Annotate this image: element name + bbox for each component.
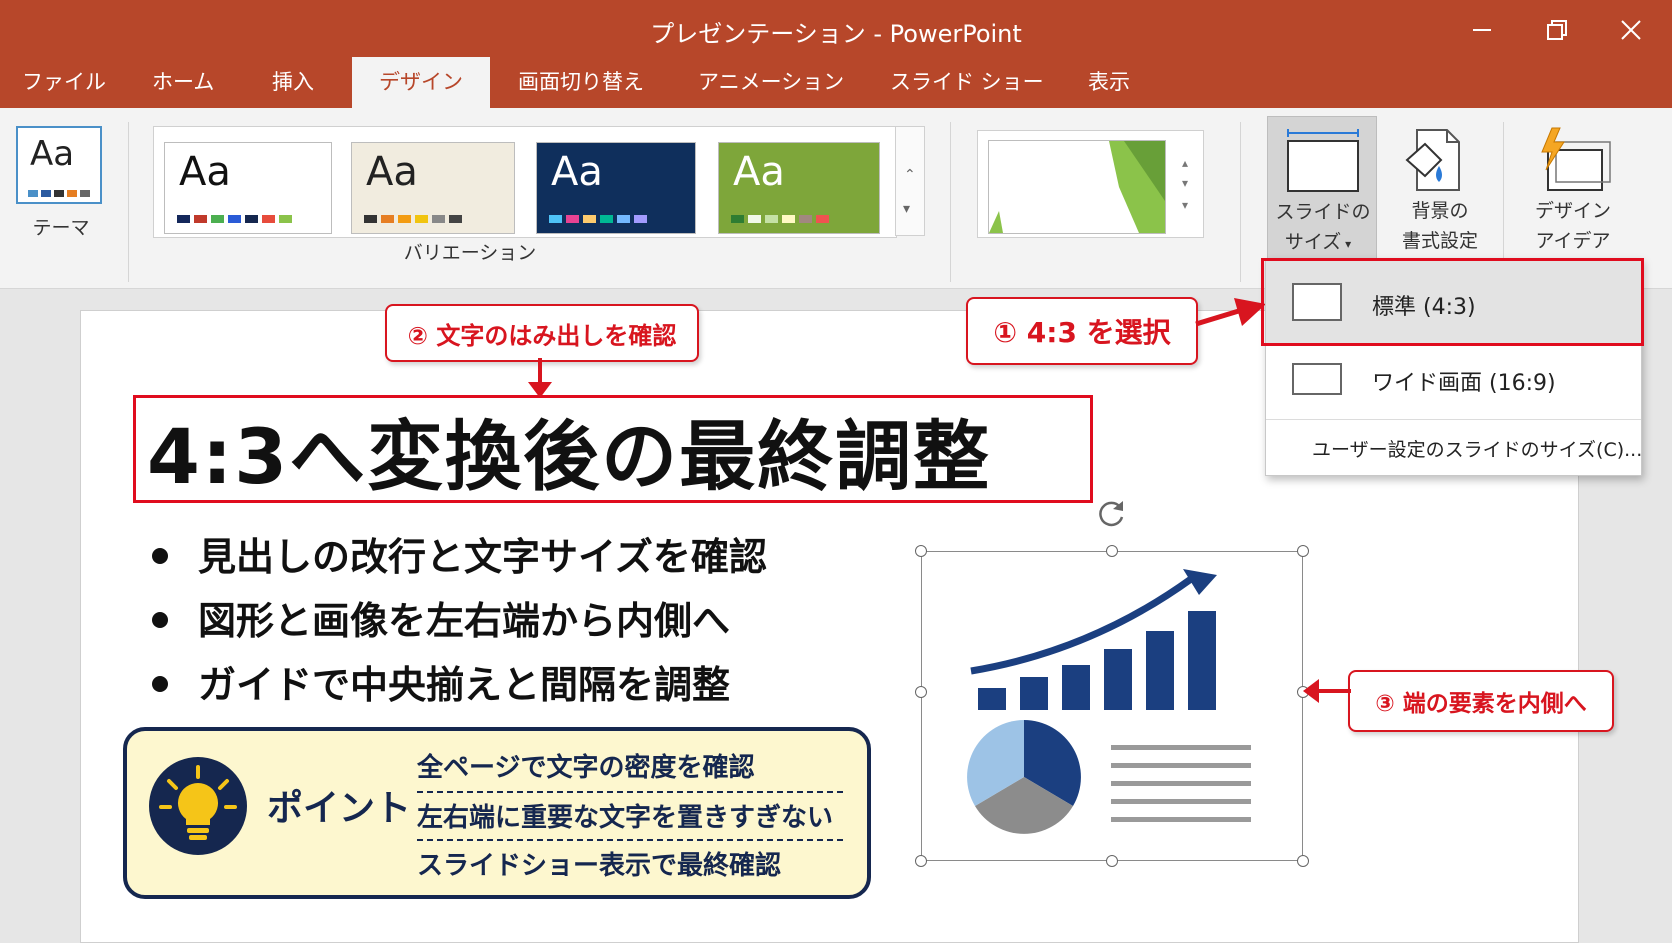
point-box[interactable]: ポイント 全ページで文字の密度を確認 左右端に重要な文字を置きすぎない スライド…: [123, 727, 871, 899]
bullet-dot: [152, 547, 168, 564]
resize-handle[interactable]: [915, 545, 927, 557]
variation-4-text: Aa: [733, 149, 785, 195]
arrow-left-icon: [1303, 679, 1351, 703]
variation-3[interactable]: Aa: [536, 142, 696, 234]
arrow-right-icon: [1195, 298, 1266, 327]
variation-2-swatches: [364, 215, 466, 223]
theme-swatches: [28, 190, 90, 197]
variation-1-swatches: [177, 215, 296, 223]
title-bar: プレゼンテーション - PowerPoint ファイル ホーム 挿入 デザイン …: [0, 0, 1672, 108]
menu-item-custom-size[interactable]: ユーザー設定のスライドのサイズ(C)...: [1266, 425, 1643, 473]
slide-size-button[interactable]: スライドの サイズ ▾: [1267, 116, 1377, 266]
variation-2-text: Aa: [366, 149, 418, 195]
variation-1[interactable]: Aa: [164, 142, 332, 234]
variations-scroll[interactable]: ⌃ ▾: [895, 126, 925, 236]
resize-handle[interactable]: [1297, 855, 1309, 867]
tab-view[interactable]: 表示: [1088, 64, 1130, 100]
slide-title[interactable]: 4:3へ変換後の最終調整: [147, 395, 991, 505]
window-title: プレゼンテーション - PowerPoint: [650, 20, 1022, 48]
menu-item-custom-size-label: ユーザー設定のスライドのサイズ(C)...: [1312, 439, 1643, 461]
design-ideas-label-2: アイデア: [1535, 230, 1611, 252]
resize-handle[interactable]: [1297, 545, 1309, 557]
callout-step2: ② 文字のはみ出しを確認: [385, 304, 699, 362]
point-line-1: 全ページで文字の密度を確認: [417, 753, 755, 783]
menu-divider: [1266, 419, 1641, 420]
resize-handle[interactable]: [915, 855, 927, 867]
format-background-label-2: 書式設定: [1401, 230, 1478, 252]
variation-3-swatches: [549, 215, 651, 223]
variations-label: バリエーション: [403, 242, 537, 264]
tab-slideshow[interactable]: スライド ショー: [890, 64, 1044, 100]
divider: [417, 791, 843, 793]
bullet-dot: [152, 611, 168, 628]
tab-home[interactable]: ホーム: [152, 64, 214, 100]
point-line-2: 左右端に重要な文字を置きすぎない: [417, 803, 834, 833]
point-line-3: スライドショー表示で最終確認: [417, 851, 782, 881]
slide-size-icon: [1287, 129, 1359, 192]
slide-size-label-1: スライドの: [1275, 201, 1371, 223]
tab-animations[interactable]: アニメーション: [698, 64, 844, 100]
bullet-item-3[interactable]: ガイドで中央揃えと間隔を調整: [152, 654, 730, 709]
background-style-thumb[interactable]: [988, 140, 1166, 234]
chevron-up-icon[interactable]: ⌃: [904, 167, 916, 183]
variation-4-swatches: [731, 215, 833, 223]
chart-infographic-icon[interactable]: [921, 551, 1303, 861]
resize-handle[interactable]: [1106, 545, 1118, 557]
bullet-dot: [152, 675, 168, 692]
paint-bucket-icon: [1405, 129, 1460, 191]
format-background-label-1: 背景の: [1411, 200, 1469, 222]
chevron-down-icon[interactable]: ▾: [1170, 176, 1200, 190]
tab-file[interactable]: ファイル: [22, 64, 106, 100]
arrow-down-icon: [528, 358, 552, 398]
format-background-button[interactable]: 背景の 書式設定: [1385, 116, 1495, 266]
callout-step1: ① 4:3 を選択: [966, 297, 1198, 365]
point-label: ポイント: [267, 788, 412, 829]
theme-button[interactable]: Aa: [16, 126, 106, 218]
rotate-handle-icon[interactable]: [1095, 497, 1129, 531]
green-shape-icon: [989, 141, 1165, 233]
design-ideas-button[interactable]: デザイン アイデア: [1518, 116, 1628, 266]
tab-transitions[interactable]: 画面切り替え: [518, 64, 644, 100]
selection-highlight-frame: [1261, 258, 1644, 346]
resize-handle[interactable]: [915, 686, 927, 698]
widescreen-size-icon: [1292, 363, 1342, 395]
variation-2[interactable]: Aa: [351, 142, 515, 234]
slide-size-label-2: サイズ ▾: [1284, 231, 1352, 253]
background-scroll[interactable]: ▴ ▾ ▾: [1170, 138, 1200, 234]
ribbon-divider: [950, 122, 951, 282]
chevron-up-icon[interactable]: ▴: [1170, 156, 1200, 170]
restore-icon[interactable]: [1537, 10, 1577, 50]
tab-insert[interactable]: 挿入: [272, 64, 314, 100]
minimize-icon[interactable]: [1462, 10, 1502, 50]
ribbon-divider: [128, 122, 129, 282]
design-ideas-label-1: デザイン: [1534, 200, 1611, 222]
menu-item-widescreen[interactable]: ワイド画面 (16:9): [1266, 345, 1641, 417]
theme-label: テーマ: [32, 217, 90, 239]
callout-step3: ③ 端の要素を内側へ: [1348, 670, 1614, 732]
bullet-item-2[interactable]: 図形と画像を左右端から内側へ: [152, 590, 730, 645]
variation-3-text: Aa: [551, 149, 603, 195]
variation-4[interactable]: Aa: [718, 142, 880, 234]
theme-thumb-text: Aa: [30, 134, 75, 174]
theme-thumbnail: Aa: [16, 126, 102, 204]
divider: [417, 839, 843, 841]
lightbulb-icon: [149, 757, 247, 855]
variation-1-text: Aa: [179, 149, 231, 195]
ribbon-divider: [1240, 122, 1241, 282]
tab-design[interactable]: デザイン: [352, 57, 490, 108]
resize-handle[interactable]: [1106, 855, 1118, 867]
more-icon[interactable]: ▾: [1170, 198, 1200, 212]
menu-item-widescreen-label: ワイド画面 (16:9): [1372, 371, 1556, 396]
close-icon[interactable]: [1611, 10, 1651, 50]
more-icon[interactable]: ▾: [903, 201, 910, 217]
bullet-item-1[interactable]: 見出しの改行と文字サイズを確認: [152, 526, 767, 581]
design-ideas-icon: [1541, 127, 1611, 191]
